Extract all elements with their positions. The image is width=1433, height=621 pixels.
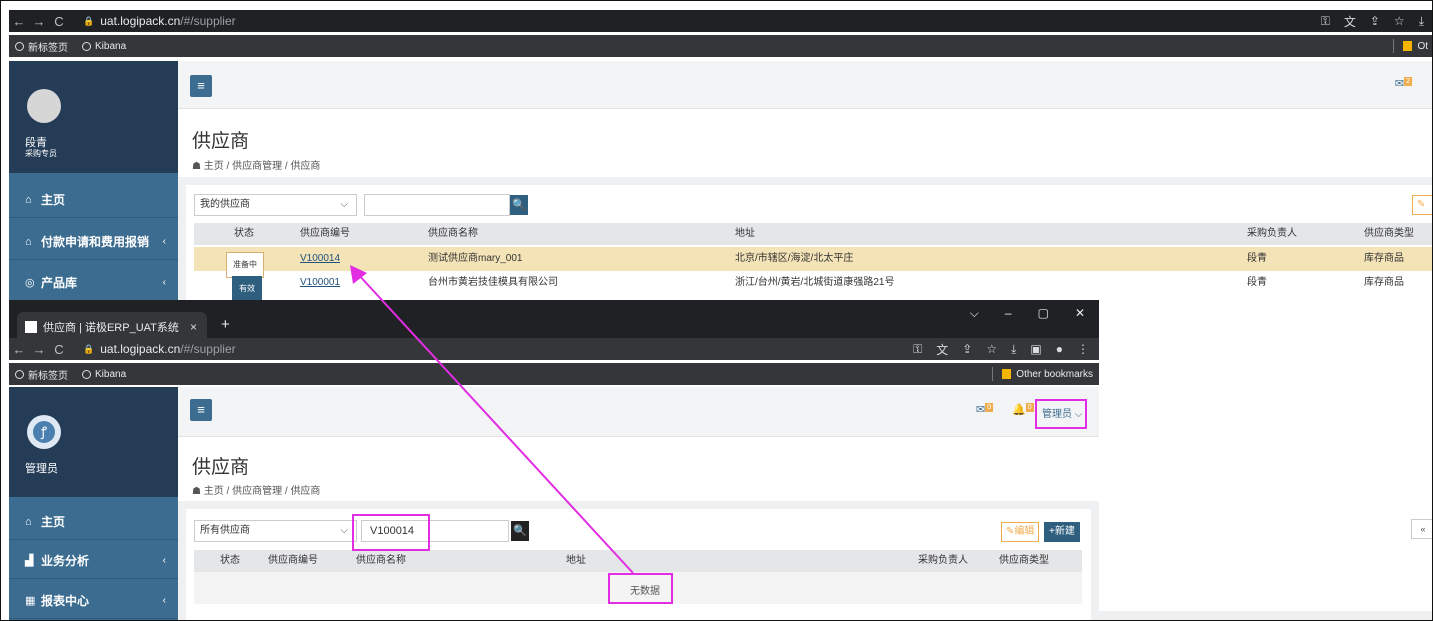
annotation-arrow bbox=[350, 265, 634, 574]
screenshot-frame: ← → C 🔒 uat.logipack.cn/#/supplier ⚿ 文 ⇪… bbox=[0, 0, 1433, 621]
